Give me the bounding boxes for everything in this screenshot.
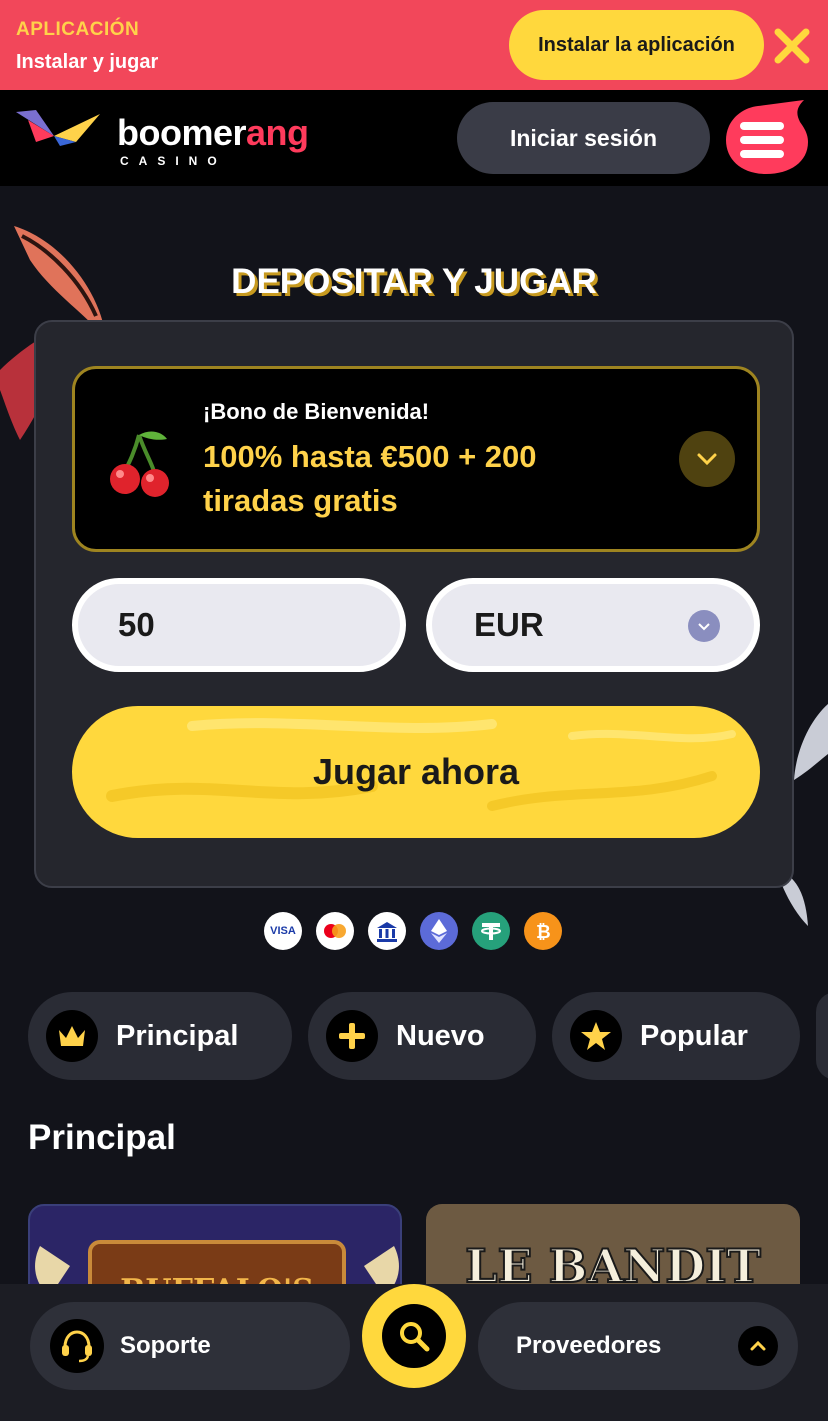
hamburger-menu-icon[interactable] — [724, 100, 808, 176]
category-nuevo[interactable]: Nuevo — [308, 992, 536, 1080]
visa-icon-text: VISA — [270, 925, 296, 937]
plus-icon — [326, 1010, 378, 1062]
search-button[interactable] — [362, 1284, 466, 1388]
bonus-offer-text: 100% hasta €500 + 200 tiradas gratis — [203, 439, 537, 518]
bitcoin-icon: ₿ — [524, 912, 562, 950]
close-icon[interactable] — [772, 26, 812, 66]
bottom-navigation: Soporte Proveedores — [0, 1284, 828, 1421]
chevron-up-icon — [738, 1326, 778, 1366]
logo-subtitle: CASINO — [120, 154, 227, 168]
providers-label: Proveedores — [516, 1332, 662, 1359]
search-icon — [382, 1304, 446, 1368]
payment-methods: VISA ₿ — [264, 912, 562, 950]
deposit-card: ¡Bono de Bienvenida! 100% hasta €500 + 2… — [34, 320, 794, 888]
crown-icon — [46, 1010, 98, 1062]
category-more[interactable] — [816, 992, 828, 1080]
app-install-banner: APLICACIÓN Instalar y jugar Instalar la … — [0, 0, 828, 90]
logo-text-main: boomer — [117, 112, 247, 153]
category-principal[interactable]: Principal — [28, 992, 292, 1080]
banner-subtitle: Instalar y jugar — [16, 51, 159, 73]
section-title: Principal — [28, 1118, 176, 1157]
play-now-label: Jugar ahora — [312, 751, 520, 792]
deposit-amount-input[interactable]: 50 — [72, 578, 406, 672]
play-now-button[interactable]: Jugar ahora — [72, 706, 760, 838]
svg-text:₿: ₿ — [536, 922, 551, 942]
install-app-button[interactable]: Instalar la aplicación — [509, 10, 764, 80]
bank-icon — [368, 912, 406, 950]
currency-select[interactable]: EUR — [426, 578, 760, 672]
category-label: Popular — [640, 1019, 748, 1052]
logo-wordmark[interactable]: boomerang — [117, 112, 309, 154]
star-icon — [570, 1010, 622, 1062]
category-label: Nuevo — [396, 1019, 485, 1052]
category-label: Principal — [116, 1019, 239, 1052]
cherries-icon — [110, 431, 169, 497]
logo-text-accent: ang — [246, 112, 309, 153]
chevron-down-icon — [688, 610, 720, 642]
support-button[interactable]: Soporte — [30, 1302, 350, 1390]
site-header: boomerang CASINO Iniciar sesión — [0, 90, 828, 186]
category-popular[interactable]: Popular — [552, 992, 800, 1080]
chevron-down-icon — [697, 453, 717, 466]
visa-icon: VISA — [264, 912, 302, 950]
banner-kicker: APLICACIÓN — [16, 19, 140, 40]
mastercard-icon — [316, 912, 354, 950]
hero-title: DEPOSITAR Y JUGAR — [231, 262, 597, 301]
ethereum-icon — [420, 912, 458, 950]
headset-icon — [50, 1319, 104, 1373]
bonus-kicker: ¡Bono de Bienvenida! — [203, 399, 430, 424]
login-button[interactable]: Iniciar sesión — [457, 102, 710, 174]
currency-value: EUR — [474, 606, 544, 643]
welcome-bonus-box[interactable]: ¡Bono de Bienvenida! 100% hasta €500 + 2… — [72, 366, 760, 552]
bonus-expand-button[interactable] — [679, 431, 735, 487]
tether-icon — [472, 912, 510, 950]
boomerang-logo-icon[interactable] — [14, 106, 102, 148]
providers-button[interactable]: Proveedores — [478, 1302, 798, 1390]
support-label: Soporte — [120, 1332, 211, 1359]
